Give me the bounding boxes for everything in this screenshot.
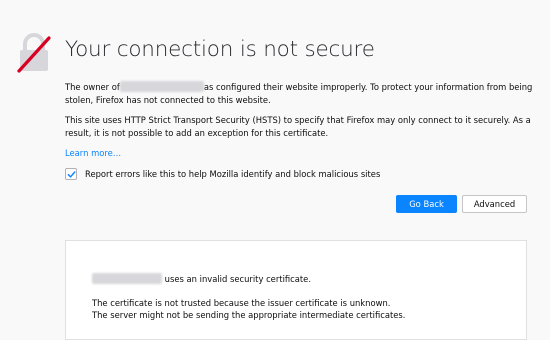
- hsts-text: This site uses HTTP Strict Transport Sec…: [65, 115, 531, 138]
- report-errors-row: Report errors like this to help Mozilla …: [65, 168, 380, 180]
- intro-text: The owner of as configured their website …: [65, 81, 535, 107]
- invalid-cert-text: uses an invalid security certificate.: [92, 273, 311, 284]
- broken-lock-icon: [17, 33, 51, 73]
- page-title: Your connection is not secure: [65, 37, 375, 62]
- invalid-cert-label: uses an invalid security certificate.: [164, 274, 312, 284]
- redacted-hostname: [92, 273, 162, 284]
- intro-before: The owner of: [65, 82, 120, 92]
- learn-more-link[interactable]: Learn more…: [65, 148, 121, 158]
- advanced-button[interactable]: Advanced: [462, 195, 527, 213]
- redacted-hostname: [119, 81, 204, 92]
- not-trusted-text: The certificate is not trusted because t…: [92, 298, 391, 308]
- advanced-details-panel: uses an invalid security certificate. Th…: [65, 240, 527, 340]
- report-errors-label: Report errors like this to help Mozilla …: [85, 169, 381, 179]
- checkmark-icon: [67, 170, 75, 178]
- intermediate-cert-text: The server might not be sending the appr…: [92, 310, 406, 320]
- go-back-button[interactable]: Go Back: [396, 195, 457, 213]
- report-errors-checkbox[interactable]: [65, 168, 77, 180]
